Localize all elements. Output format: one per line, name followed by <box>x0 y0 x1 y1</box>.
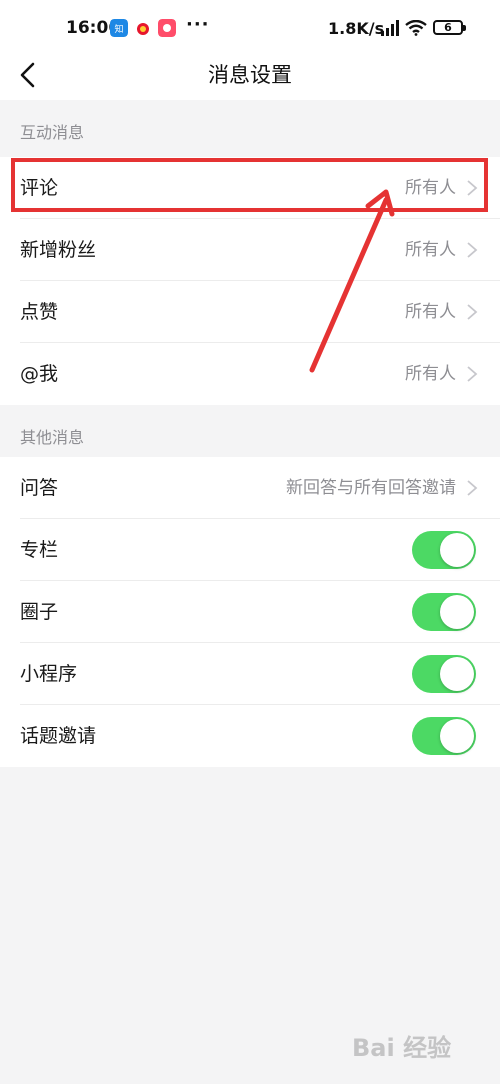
battery-icon: 6 <box>433 20 466 35</box>
toggle-switch-mini-programs[interactable] <box>412 655 476 693</box>
chevron-right-icon <box>467 180 478 196</box>
setting-row-circles: 圈子 <box>0 581 500 643</box>
back-button[interactable] <box>10 58 50 98</box>
setting-value: 所有人 <box>405 240 456 260</box>
toggle-switch-topic-invites[interactable] <box>412 717 476 755</box>
setting-label: 新增粉丝 <box>20 239 97 261</box>
status-app-icons: 知 <box>110 19 176 37</box>
weibo-app-icon <box>134 19 152 37</box>
zhihu-app-icon: 知 <box>110 19 128 37</box>
interactive-settings-group: 评论 所有人 新增粉丝 所有人 点赞 所有人 @我 所有人 <box>0 157 500 405</box>
svg-text:知: 知 <box>114 23 123 35</box>
setting-row-columns: 专栏 <box>0 519 500 581</box>
chevron-right-icon <box>467 242 478 258</box>
setting-row-topic-invites: 话题邀请 <box>0 705 500 767</box>
setting-label: 问答 <box>20 477 59 499</box>
toggle-knob <box>440 595 474 629</box>
setting-value: 新回答与所有回答邀请 <box>286 478 456 498</box>
section-header-other: 其他消息 <box>0 405 500 462</box>
setting-row-new-followers[interactable]: 新增粉丝 所有人 <box>0 219 500 281</box>
chevron-right-icon <box>467 304 478 320</box>
setting-label: 圈子 <box>20 601 59 623</box>
section-header-interactive: 互动消息 <box>0 100 500 157</box>
setting-label: 专栏 <box>20 539 59 561</box>
toggle-knob <box>440 719 474 753</box>
toggle-knob <box>440 533 474 567</box>
setting-value: 所有人 <box>405 364 456 384</box>
nav-bar: 消息设置 <box>0 56 500 100</box>
page-title: 消息设置 <box>208 63 292 87</box>
toggle-knob <box>440 657 474 691</box>
setting-value: 所有人 <box>405 302 456 322</box>
network-speed: 1.8K/s <box>328 19 385 38</box>
watermark-logo: Bai 经验 <box>352 1034 452 1062</box>
setting-label: 评论 <box>20 177 59 199</box>
setting-row-mentions[interactable]: @我 所有人 <box>0 343 500 405</box>
signal-icon <box>381 20 399 36</box>
setting-value: 所有人 <box>405 178 456 198</box>
status-more-dots: ··· <box>186 14 210 35</box>
setting-row-comments[interactable]: 评论 所有人 <box>0 157 500 219</box>
wifi-icon <box>405 20 427 36</box>
setting-row-mini-programs: 小程序 <box>0 643 500 705</box>
setting-label: 话题邀请 <box>20 725 97 747</box>
chevron-right-icon <box>467 480 478 496</box>
setting-label: 点赞 <box>20 301 59 323</box>
setting-row-likes[interactable]: 点赞 所有人 <box>0 281 500 343</box>
notification-app-icon <box>158 19 176 37</box>
setting-row-qa[interactable]: 问答 新回答与所有回答邀请 <box>0 457 500 519</box>
status-bar: 16:06 知 ··· 1.8K/s 6 <box>0 0 500 56</box>
setting-label: @我 <box>20 363 59 385</box>
chevron-right-icon <box>467 366 478 382</box>
other-settings-group: 问答 新回答与所有回答邀请 专栏 圈子 小程序 话题邀请 <box>0 457 500 767</box>
setting-label: 小程序 <box>20 663 78 685</box>
toggle-switch-circles[interactable] <box>412 593 476 631</box>
chevron-left-icon <box>20 62 35 88</box>
toggle-switch-columns[interactable] <box>412 531 476 569</box>
